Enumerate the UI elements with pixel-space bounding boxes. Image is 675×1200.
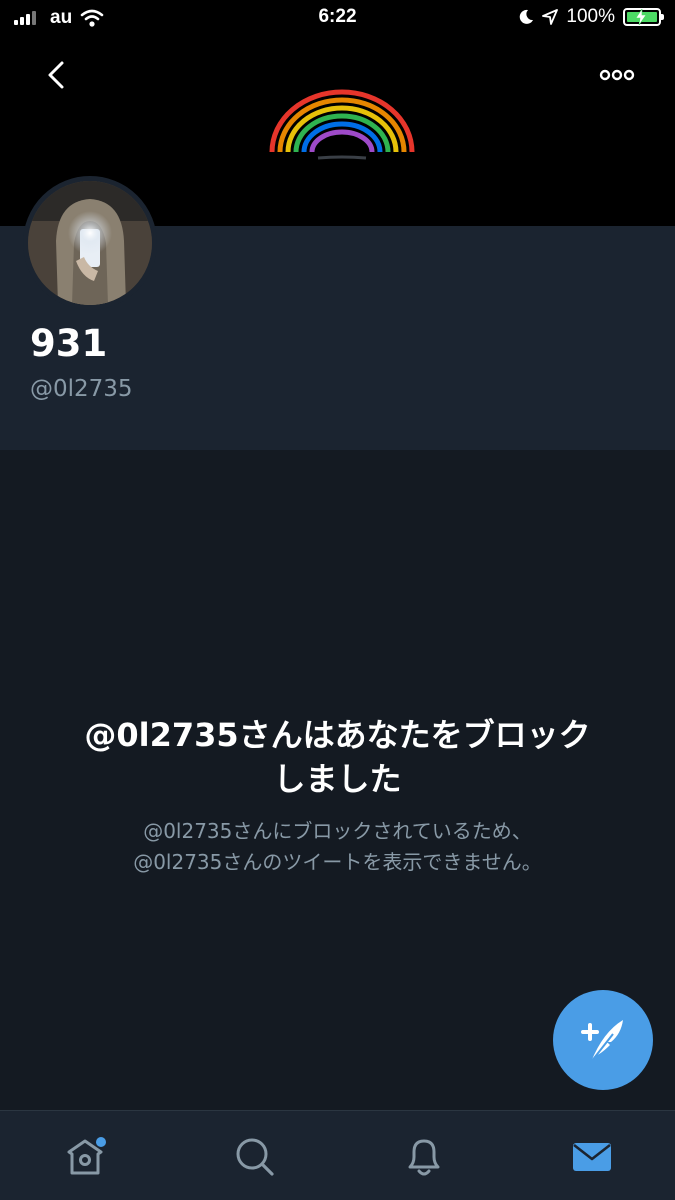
battery-percent: 100% <box>566 6 615 27</box>
charging-bolt-icon <box>635 9 647 25</box>
neon-rainbow-image <box>269 89 415 160</box>
bottom-tab-bar <box>0 1110 675 1200</box>
username-handle: @0l2735 <box>30 376 133 402</box>
more-options-button[interactable] <box>598 64 638 86</box>
status-bar: au 6:22 100% <box>0 0 675 36</box>
blocked-description-line-1: @0l2735さんにブロックされているため、 <box>143 819 532 843</box>
blocked-title-line-1: @0l2735さんはあなたをブロック <box>84 716 591 754</box>
display-name: 931 <box>30 322 108 365</box>
avatar[interactable] <box>23 176 157 310</box>
avatar-photo <box>28 181 152 305</box>
blocked-description-line-2: @0l2735さんのツイートを表示できません。 <box>133 850 542 874</box>
search-icon <box>236 1138 274 1176</box>
tab-messages[interactable] <box>551 1111 631 1200</box>
more-horizontal-icon <box>599 69 635 81</box>
back-button[interactable] <box>40 57 76 93</box>
compose-tweet-button[interactable] <box>553 990 653 1090</box>
blocked-title-line-2: しました <box>273 760 402 798</box>
mail-icon <box>573 1143 611 1171</box>
battery-icon <box>623 8 664 26</box>
location-arrow-icon <box>542 9 559 25</box>
moon-icon <box>520 9 534 24</box>
blocked-title: @0l2735さんはあなたをブロック しました <box>0 713 675 801</box>
chevron-left-icon <box>48 61 64 89</box>
compose-tweet-icon <box>581 1020 623 1063</box>
tab-home[interactable] <box>45 1111 125 1200</box>
home-icon <box>67 1137 106 1175</box>
tab-search[interactable] <box>213 1111 293 1200</box>
bell-icon <box>408 1139 440 1176</box>
blocked-description: @0l2735さんにブロックされているため、 @0l2735さんのツイートを表示… <box>0 816 675 878</box>
tab-notifications[interactable] <box>382 1111 462 1200</box>
